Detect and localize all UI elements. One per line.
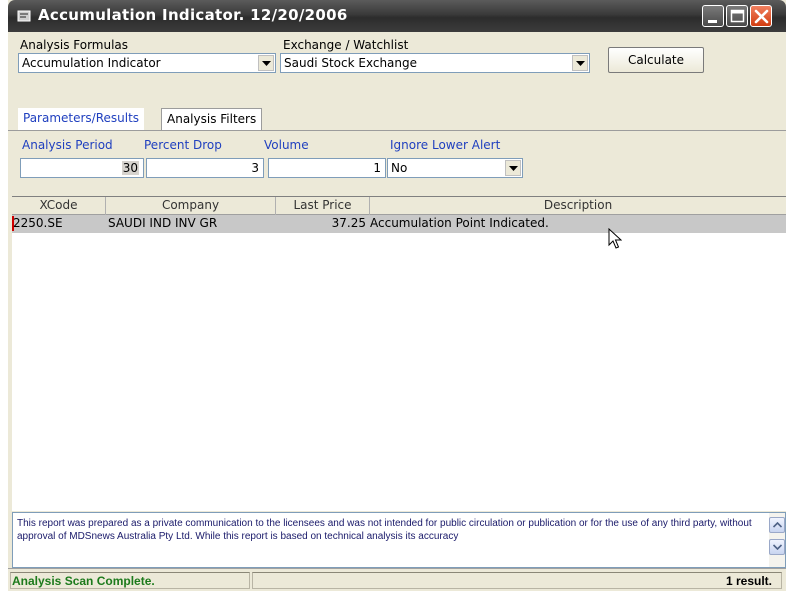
results-grid[interactable]: XCode Company Last Price Description 225…: [12, 196, 786, 511]
mouse-pointer-icon: [608, 228, 622, 249]
window-title: Accumulation Indicator. 12/20/2006: [38, 6, 348, 24]
minimize-button[interactable]: [702, 5, 724, 27]
analysis-period-value: 30: [121, 161, 139, 175]
formulas-label: Analysis Formulas: [20, 38, 129, 52]
tab-divider: [8, 130, 786, 131]
volume-label: Volume: [264, 138, 309, 152]
close-icon: [754, 9, 769, 24]
grid-header: XCode Company Last Price Description: [12, 197, 786, 215]
minimize-icon: [708, 20, 717, 23]
ignore-lower-alert-select[interactable]: No: [387, 158, 523, 178]
ignore-lower-alert-label: Ignore Lower Alert: [390, 138, 501, 152]
percent-drop-value: 3: [251, 161, 259, 175]
disclaimer-text: This report was prepared as a private co…: [17, 518, 752, 542]
formulas-value: Accumulation Indicator: [22, 56, 161, 70]
maximize-button[interactable]: [726, 5, 748, 27]
column-header-description[interactable]: Description: [370, 197, 786, 215]
chevron-down-icon[interactable]: [258, 55, 274, 71]
scroll-down-button[interactable]: [769, 539, 785, 555]
exchange-value: Saudi Stock Exchange: [284, 56, 418, 70]
chevron-down-icon[interactable]: [505, 160, 521, 176]
status-message: Analysis Scan Complete.: [12, 574, 155, 588]
tab-analysis-filters[interactable]: Analysis Filters: [161, 108, 263, 130]
disclaimer-box[interactable]: This report was prepared as a private co…: [12, 512, 786, 568]
cell-description: Accumulation Point Indicated.: [370, 216, 549, 230]
analysis-period-label: Analysis Period: [22, 138, 113, 152]
tab-parameters-results[interactable]: Parameters/Results: [18, 108, 145, 130]
percent-drop-input[interactable]: 3: [146, 158, 264, 178]
exchange-label: Exchange / Watchlist: [283, 38, 409, 52]
chevron-down-icon[interactable]: [572, 55, 588, 71]
status-panel-result: [252, 572, 782, 589]
column-header-xcode[interactable]: XCode: [12, 197, 106, 215]
calculate-button[interactable]: Calculate: [608, 47, 704, 73]
volume-input[interactable]: 1: [268, 158, 386, 178]
analysis-window: Accumulation Indicator. 12/20/2006 Analy…: [8, 0, 786, 591]
title-bar[interactable]: Accumulation Indicator. 12/20/2006: [8, 0, 786, 32]
maximize-icon: [730, 9, 745, 23]
analysis-period-input[interactable]: 30: [20, 158, 144, 178]
close-button[interactable]: [750, 5, 772, 27]
cell-xcode: 2250.SE: [13, 216, 63, 230]
result-count: 1 result.: [725, 574, 772, 588]
percent-drop-label: Percent Drop: [144, 138, 222, 152]
column-header-last-price[interactable]: Last Price: [276, 197, 370, 215]
chevron-down-icon: [773, 544, 782, 550]
exchange-select[interactable]: Saudi Stock Exchange: [280, 53, 590, 73]
status-bar: Analysis Scan Complete. 1 result.: [8, 568, 786, 591]
chevron-up-icon: [773, 522, 782, 528]
volume-value: 1: [373, 161, 381, 175]
column-header-company[interactable]: Company: [106, 197, 276, 215]
cell-last-price: 37.25: [331, 216, 366, 230]
ignore-lower-alert-value: No: [391, 161, 408, 175]
app-icon[interactable]: [16, 8, 32, 24]
formulas-select[interactable]: Accumulation Indicator: [18, 53, 276, 73]
table-row[interactable]: 2250.SE SAUDI IND INV GR 37.25 Accumulat…: [12, 215, 786, 233]
disclaimer-scrollbar[interactable]: [769, 513, 785, 567]
cell-company: SAUDI IND INV GR: [108, 216, 218, 230]
scroll-up-button[interactable]: [769, 517, 785, 533]
